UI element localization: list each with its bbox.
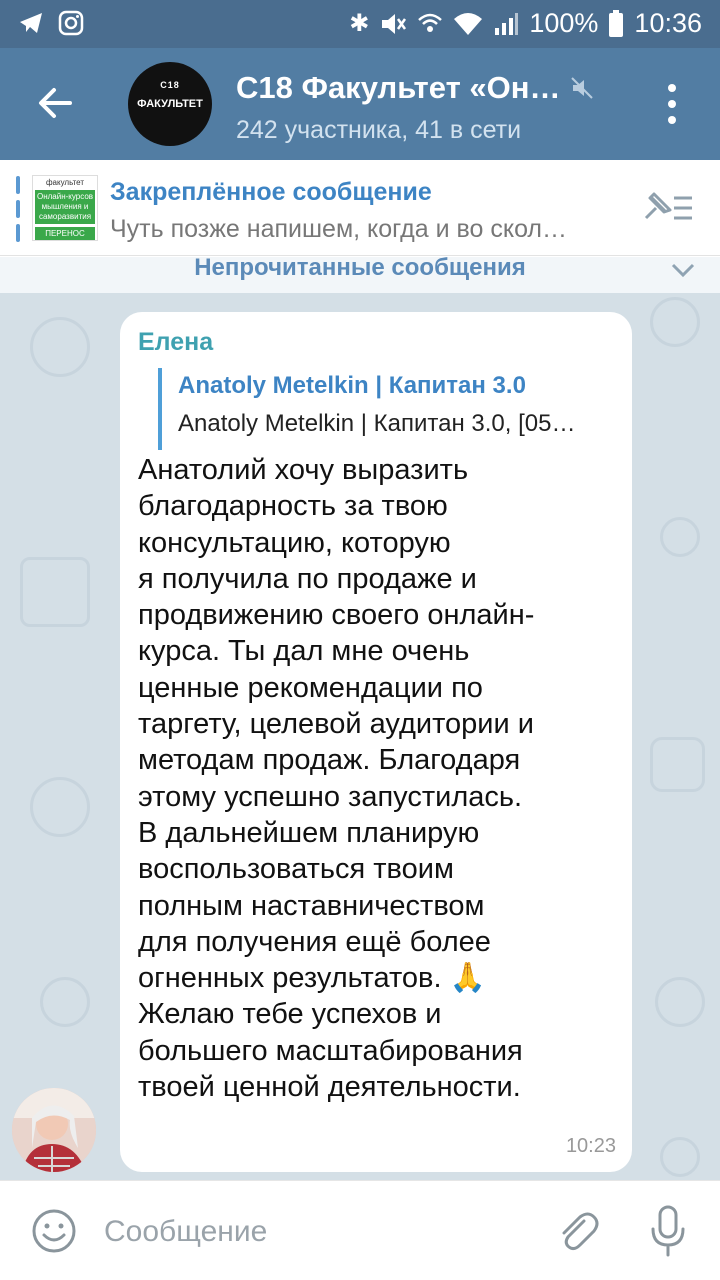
pinned-thumb-line3: ПЕРЕНОС: [35, 227, 95, 240]
wifi-call-icon: [418, 13, 443, 32]
chat-avatar-line2: ФАКУЛЬТЕТ: [137, 98, 203, 110]
battery-percent: 100%: [529, 8, 599, 38]
pinned-thumb-line2: Онлайн-курсов мышления и саморазвития: [35, 190, 95, 224]
chat-avatar[interactable]: C18 ФАКУЛЬТЕТ: [128, 62, 212, 146]
status-left: [18, 10, 84, 36]
clock: 10:36: [634, 8, 702, 38]
emoji-icon[interactable]: [30, 1207, 78, 1255]
message-sender[interactable]: Елена: [138, 328, 213, 357]
mic-icon[interactable]: [648, 1203, 688, 1259]
status-bar: ✱ 100% 10:36: [0, 0, 720, 48]
pinned-message-bar[interactable]: факультет Онлайн-курсов мышления и самор…: [0, 160, 720, 256]
unread-messages-divider: Непрочитанные сообщения: [0, 254, 720, 293]
pinned-title: Закреплённое сообщение: [110, 178, 432, 206]
status-right: ✱ 100% 10:36: [349, 8, 702, 39]
avatar[interactable]: [12, 1088, 96, 1172]
chat-info[interactable]: C18 Факультет «Он… 242 участника, 41 в с…: [236, 70, 636, 145]
signal-icon: [495, 12, 519, 35]
message-input-bar: [0, 1180, 720, 1280]
user-photo-icon: [12, 1088, 96, 1172]
reply-text: Anatoly Metelkin | Капитан 3.0, [05…: [178, 410, 576, 437]
bluetooth-icon: ✱: [349, 9, 370, 37]
pinned-thumb-line1: факультет: [45, 178, 85, 187]
pinned-text: Чуть позже напишем, когда и во скол…: [110, 215, 568, 243]
mute-status-icon: [382, 13, 407, 34]
chevron-down-icon[interactable]: [670, 261, 696, 279]
wifi-icon: [454, 12, 483, 35]
chat-avatar-line1: C18: [160, 80, 180, 90]
back-arrow-icon[interactable]: [30, 78, 80, 128]
reply-title: Anatoly Metelkin | Капитан 3.0: [178, 372, 526, 399]
message-text: Анатолий хочу выразить благодарность за …: [138, 454, 535, 1104]
attach-icon[interactable]: [554, 1207, 600, 1255]
message-input[interactable]: [104, 1209, 524, 1255]
message-bubble[interactable]: Елена Anatoly Metelkin | Капитан 3.0 Ana…: [120, 312, 632, 1172]
chat-subtitle: 242 участника, 41 в сети: [236, 116, 522, 144]
pinned-list-icon[interactable]: [640, 188, 696, 228]
telegram-notification-icon: [20, 13, 42, 33]
message-time: 10:23: [565, 1135, 616, 1157]
pinned-thumbnail: факультет Онлайн-курсов мышления и самор…: [32, 175, 98, 241]
app-bar: C18 ФАКУЛЬТЕТ C18 Факультет «Он… 242 уча…: [0, 48, 720, 160]
pinned-indicator: [16, 176, 20, 242]
more-vert-icon[interactable]: [660, 84, 684, 124]
unread-label: Непрочитанные сообщения: [194, 254, 526, 281]
reply-quote[interactable]: Anatoly Metelkin | Капитан 3.0 Anatoly M…: [158, 368, 618, 450]
mute-icon: [571, 77, 594, 99]
chat-title-row: C18 Факультет «Он…: [236, 70, 636, 106]
battery-icon: [609, 9, 624, 37]
instagram-notification-icon: [58, 10, 84, 36]
chat-title: C18 Факультет «Он…: [236, 70, 561, 105]
